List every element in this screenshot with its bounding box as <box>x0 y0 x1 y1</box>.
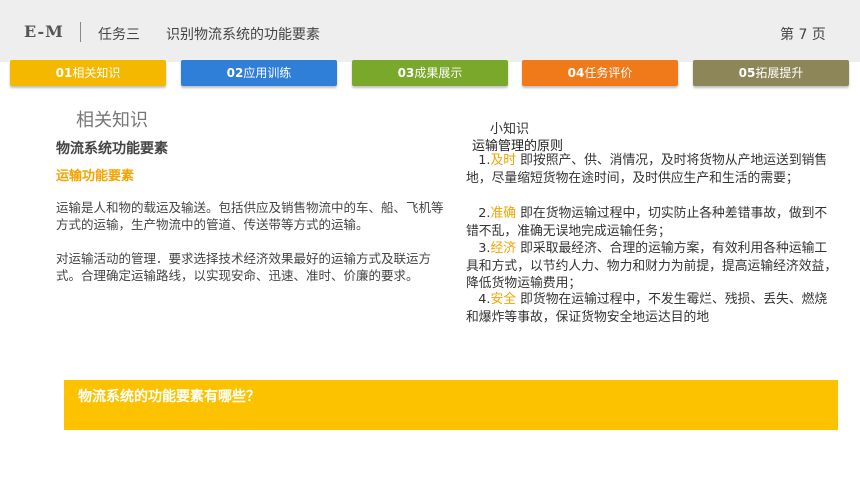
question-text: 物流系统的功能要素有哪些？ <box>78 389 260 405</box>
section-tabs: 01相关知识 02应用训练 03成果展示 04任务评价 05拓展提升 <box>10 60 850 88</box>
transport-definition: 运输是人和物的载运及输送。包括供应及销售物流中的车、船、飞机等方式的运输，生产物… <box>56 200 444 232</box>
tab-number: 03 <box>397 66 415 80</box>
tab-label: 相关知识 <box>72 66 121 80</box>
header-bar: E-M 任务三 识别物流系统的功能要素 第 7 页 <box>0 0 860 62</box>
principle-item: 1.及时 即按照产、供、消情况，及时将货物从产地运送到销售地，尽量缩短货物在途时… <box>466 152 838 187</box>
logo: E-M <box>24 22 64 41</box>
principle-keyword: 及时 <box>490 153 517 168</box>
tab-extension[interactable]: 05拓展提升 <box>693 60 849 86</box>
tab-number: 01 <box>55 66 73 80</box>
tab-label: 任务评价 <box>584 66 633 80</box>
principle-item: 3.经济 即采取最经济、合理的运输方案，有效利用各种运输工具和方式，以节约人力、… <box>466 240 838 293</box>
section-subtitle: 物流系统功能要素 <box>56 141 168 157</box>
header-divider <box>80 22 81 42</box>
principle-text: 即货物在运输过程中，不发生霉烂、残损、丢失、燃烧和爆炸等事故，保证货物安全地运达… <box>466 292 828 325</box>
page-number: 第 7 页 <box>780 27 826 43</box>
tab-number: 02 <box>226 66 244 80</box>
tab-label: 成果展示 <box>414 66 463 80</box>
principle-text: 即按照产、供、消情况，及时将货物从产地运送到销售地，尽量缩短货物在途时间，及时供… <box>466 153 828 186</box>
topic-title: 识别物流系统的功能要素 <box>166 27 320 43</box>
principle-number: 1. <box>478 153 491 168</box>
tab-label: 应用训练 <box>243 66 292 80</box>
tab-related-knowledge[interactable]: 01相关知识 <box>10 60 166 86</box>
tab-task-evaluation[interactable]: 04任务评价 <box>522 60 678 86</box>
principle-text: 即在货物运输过程中，切实防止各种差错事故，做到不错不乱，准确无误地完成运输任务； <box>466 206 828 239</box>
tab-application-training[interactable]: 02应用训练 <box>181 60 337 86</box>
principle-item: 4.安全 即货物在运输过程中，不发生霉烂、残损、丢失、燃烧和爆炸等事故，保证货物… <box>466 291 838 326</box>
principle-item: 2.准确 即在货物运输过程中，切实防止各种差错事故，做到不错不乱，准确无误地完成… <box>466 205 838 240</box>
principle-keyword: 经济 <box>490 241 517 256</box>
principle-keyword: 准确 <box>490 206 517 221</box>
tab-results-display[interactable]: 03成果展示 <box>352 60 508 86</box>
principle-number: 2. <box>478 206 491 221</box>
tab-label: 拓展提升 <box>755 66 804 80</box>
section-heading: 相关知识 <box>76 110 148 131</box>
principle-text: 即采取最经济、合理的运输方案，有效利用各种运输工具和方式，以节约人力、物力和财力… <box>466 241 838 291</box>
principle-keyword: 安全 <box>490 292 517 307</box>
transport-management: 对运输活动的管理．要求选择技术经济效果最好的运输方式及联运方式。合理确定运输路线… <box>56 251 432 283</box>
tab-number: 05 <box>738 66 756 80</box>
principle-number: 4. <box>478 292 491 307</box>
task-label: 任务三 <box>98 27 140 43</box>
transport-element-title: 运输功能要素 <box>56 169 135 184</box>
question-banner: 物流系统的功能要素有哪些？ <box>64 380 838 430</box>
tab-number: 04 <box>567 66 585 80</box>
principle-number: 3. <box>478 241 491 256</box>
